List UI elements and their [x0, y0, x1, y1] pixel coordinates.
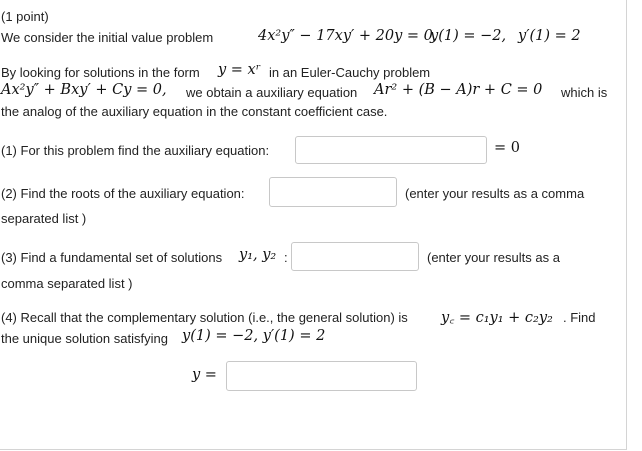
answer-y-label: y = [192, 367, 217, 383]
unique-solution-input[interactable] [226, 361, 417, 391]
q3-hint: (enter your results as a [427, 250, 560, 265]
explanation-line1-suffix: in an Euler-Cauchy problem [269, 65, 431, 80]
equals-zero-label: = 0 [494, 140, 520, 156]
q4-line1-prefix: (4) Recall that the complementary soluti… [1, 310, 408, 325]
euler-cauchy-equation: Ax²y″ + Bxy′ + Cy = 0, [1, 82, 167, 98]
q4-initial-conditions: y(1) = −2, y′(1) = 2 [182, 328, 326, 344]
initial-condition-1: y(1) = −2, [430, 28, 507, 44]
explanation-line3: the analog of the auxiliary equation in … [1, 104, 388, 119]
q4-line2-prefix: the unique solution satisfying [1, 331, 168, 346]
fundamental-set-input[interactable] [291, 242, 419, 271]
q2-hint-continued: separated list ) [1, 211, 87, 226]
q1-label: (1) For this problem find the auxiliary … [1, 143, 270, 158]
intro-text: We consider the initial value problem [1, 30, 214, 45]
q4-line1-suffix: . Find [563, 310, 596, 325]
q3-hint-continued: comma separated list ) [1, 276, 133, 291]
points-label: (1 point) [1, 9, 49, 24]
explanation-line2-mid: we obtain a auxiliary equation [186, 85, 358, 100]
solution-form: y = xʳ [218, 62, 261, 78]
auxiliary-equation-form: Ar² + (B − A)r + C = 0 [374, 82, 543, 98]
fundamental-set-symbols: y₁, y₂ [239, 247, 277, 263]
q3-colon: : [284, 250, 288, 265]
q2-label: (2) Find the roots of the auxiliary equa… [1, 186, 245, 201]
roots-input[interactable] [269, 177, 397, 207]
q3-label: (3) Find a fundamental set of solutions [1, 250, 223, 265]
ode-equation: 4x²y″ − 17xy′ + 20y = 0, [258, 28, 438, 44]
explanation-line2-suffix: which is [561, 85, 608, 100]
complementary-solution-formula: y꜀ = c₁y₁ + c₂y₂ [441, 310, 553, 326]
auxiliary-equation-input[interactable] [295, 136, 487, 164]
q2-hint: (enter your results as a comma [405, 186, 585, 201]
explanation-line1-prefix: By looking for solutions in the form [1, 65, 200, 80]
initial-condition-2: y′(1) = 2 [518, 28, 581, 44]
